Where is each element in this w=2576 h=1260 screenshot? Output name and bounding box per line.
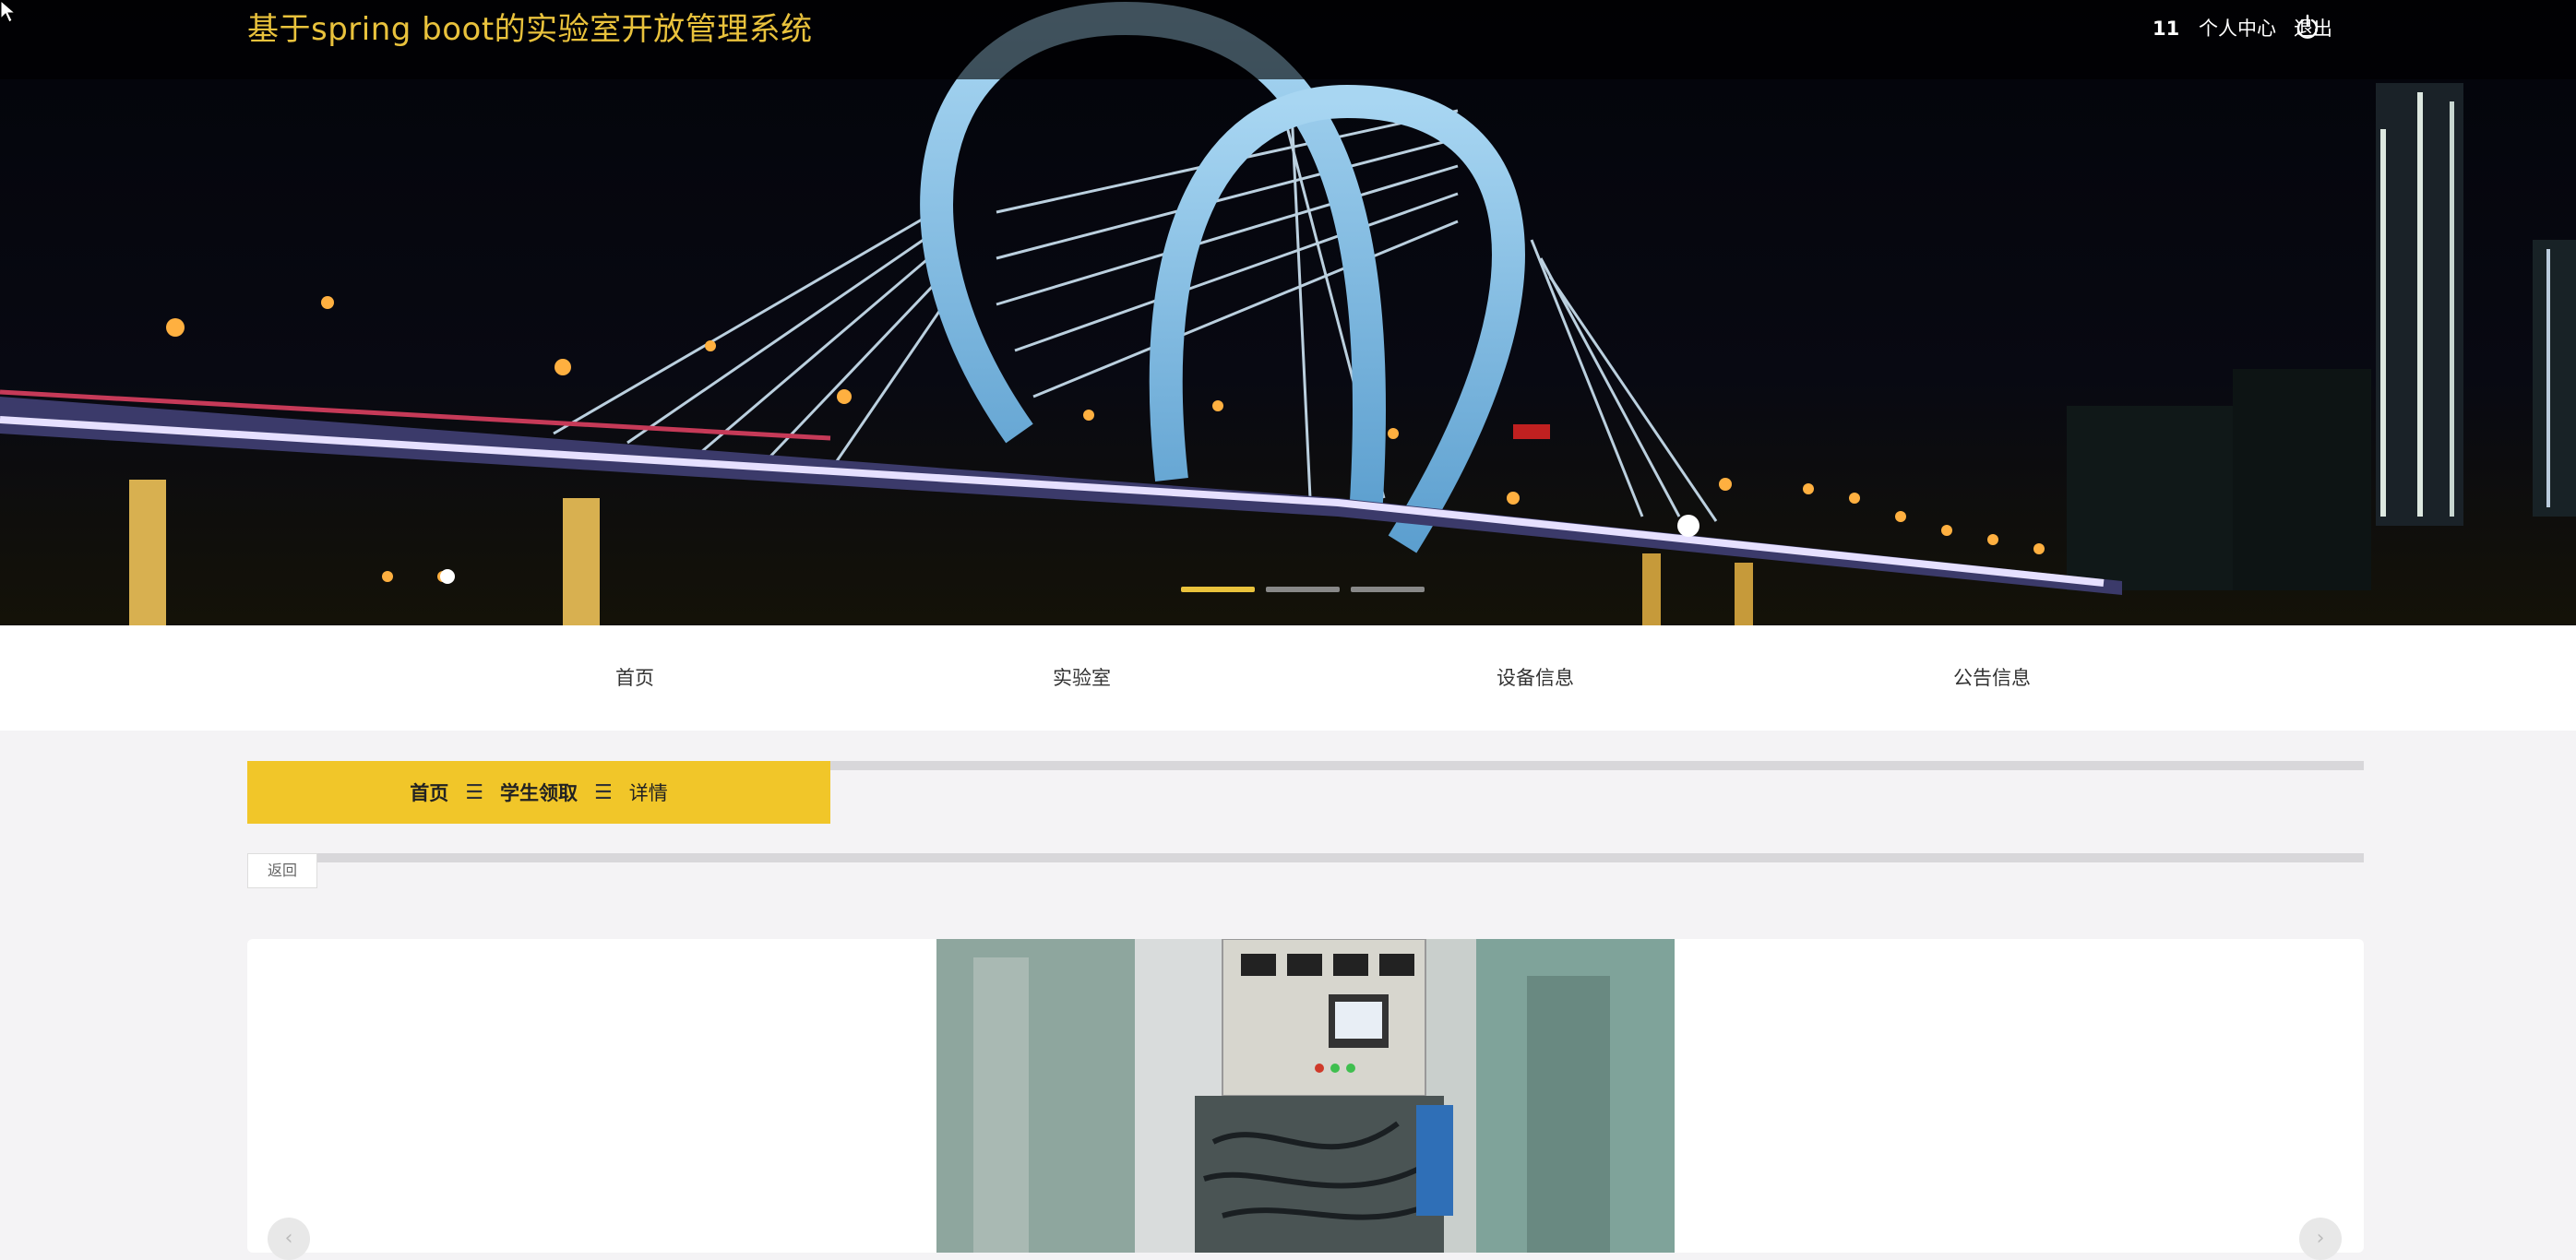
main-nav: 首页 实验室 设备信息 公告信息 <box>0 625 2576 731</box>
nav-item-equipment[interactable]: 设备信息 <box>1497 625 1574 731</box>
power-icon <box>2296 14 2319 39</box>
breadcrumb: 首页 ☰ 学生领取 ☰ 详情 <box>247 761 830 824</box>
personal-center-link[interactable]: 个人中心 <box>2199 13 2276 44</box>
carousel-dot[interactable] <box>1181 587 1255 592</box>
breadcrumb-home[interactable]: 首页 <box>410 779 448 806</box>
user-id: 11 <box>2153 18 2180 40</box>
nav-item-home[interactable]: 首页 <box>615 625 654 731</box>
back-divider <box>247 853 2364 862</box>
nav-item-notice[interactable]: 公告信息 <box>1953 625 2031 731</box>
breadcrumb-separator-icon: ☰ <box>465 780 483 804</box>
bridge-night-image <box>0 0 2576 625</box>
carousel-dot[interactable] <box>1351 587 1425 592</box>
back-button[interactable]: 返回 <box>247 853 317 888</box>
carousel-indicators <box>1181 587 1425 592</box>
equipment-photo <box>936 939 1675 1253</box>
carousel-dot[interactable] <box>1266 587 1340 592</box>
breadcrumb-separator-icon: ☰ <box>594 780 613 804</box>
chevron-right-icon[interactable]: › <box>2299 1218 2342 1260</box>
mouse-cursor-icon <box>0 0 17 23</box>
hero-banner: 基于spring boot的实验室开放管理系统 11 个人中心 退出 <box>0 0 2576 625</box>
breadcrumb-current: 详情 <box>628 782 668 804</box>
logout-button[interactable]: 退出 <box>2294 13 2332 44</box>
breadcrumb-section[interactable]: 学生领取 <box>500 779 578 806</box>
equipment-image <box>936 939 1675 1253</box>
chevron-left-icon[interactable]: ‹ <box>268 1218 310 1260</box>
site-title: 基于spring boot的实验室开放管理系统 <box>247 11 813 48</box>
nav-item-lab[interactable]: 实验室 <box>1053 625 1111 731</box>
